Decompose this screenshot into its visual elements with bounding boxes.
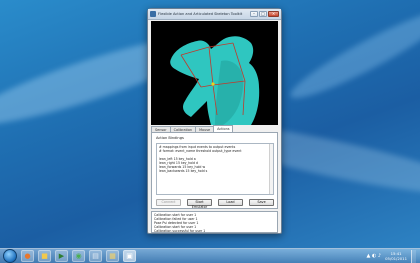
depth-silhouette: [170, 36, 260, 125]
actions-panel: Action Bindings # mappings from input ev…: [151, 132, 278, 209]
chrome-icon[interactable]: ◉: [72, 250, 85, 262]
show-desktop-button[interactable]: [411, 249, 416, 263]
minimize-button[interactable]: –: [250, 11, 258, 17]
maximize-button[interactable]: □: [259, 11, 267, 17]
app-window: Flexible Action and Articulated Skeleton…: [147, 8, 282, 234]
textarea-scrollbar[interactable]: [269, 144, 273, 194]
load-button[interactable]: Load: [218, 199, 243, 206]
depth-view: [151, 21, 278, 125]
clock-date: 05/01/2011: [385, 256, 407, 261]
save-button[interactable]: Save: [249, 199, 274, 206]
start-orb-icon[interactable]: [3, 249, 17, 263]
skeleton-joint: [211, 82, 215, 86]
log-line: Calibration successful for user 1: [154, 229, 206, 233]
skeleton-visualization: [170, 36, 260, 125]
window-title: Flexible Action and Articulated Skeleton…: [158, 12, 243, 16]
start-emulator-button[interactable]: Start Emulator: [187, 199, 212, 209]
action-bindings-heading: Action Bindings: [156, 136, 184, 140]
clock[interactable]: 15:41 05/01/2011: [385, 251, 407, 261]
app-icon: [150, 11, 156, 17]
wallpaper-streak: [283, 0, 420, 109]
action-buttons: Connect Start Emulator Load Save: [156, 199, 274, 209]
explorer-icon[interactable]: ▦: [106, 250, 119, 262]
folder-icon[interactable]: ■: [38, 250, 51, 262]
binding-line: lean_backwards 15 key_hold s: [159, 169, 208, 173]
notepad-icon[interactable]: ▤: [89, 250, 102, 262]
firefox-icon[interactable]: ●: [21, 250, 34, 262]
system-tray: ▲ ◐ ♪ 15:41 05/01/2011: [367, 249, 420, 263]
status-log[interactable]: Calibration start for user 1 Calibration…: [151, 211, 278, 233]
close-button[interactable]: ×: [268, 11, 279, 17]
tray-icons[interactable]: ▲ ◐ ♪: [367, 253, 382, 259]
action-bindings-textarea[interactable]: # mappings from input events to output e…: [156, 143, 274, 195]
tab-actions[interactable]: Actions: [213, 125, 234, 132]
toolkit-app-icon[interactable]: ▣: [123, 250, 136, 262]
taskbar: ● ■ ▶ ◉ ▤ ▦ ▣ ▲ ◐ ♪ 15:41 05/01/2011: [0, 248, 420, 263]
connect-button[interactable]: Connect: [156, 199, 181, 206]
title-bar[interactable]: Flexible Action and Articulated Skeleton…: [148, 9, 281, 20]
media-player-icon[interactable]: ▶: [55, 250, 68, 262]
